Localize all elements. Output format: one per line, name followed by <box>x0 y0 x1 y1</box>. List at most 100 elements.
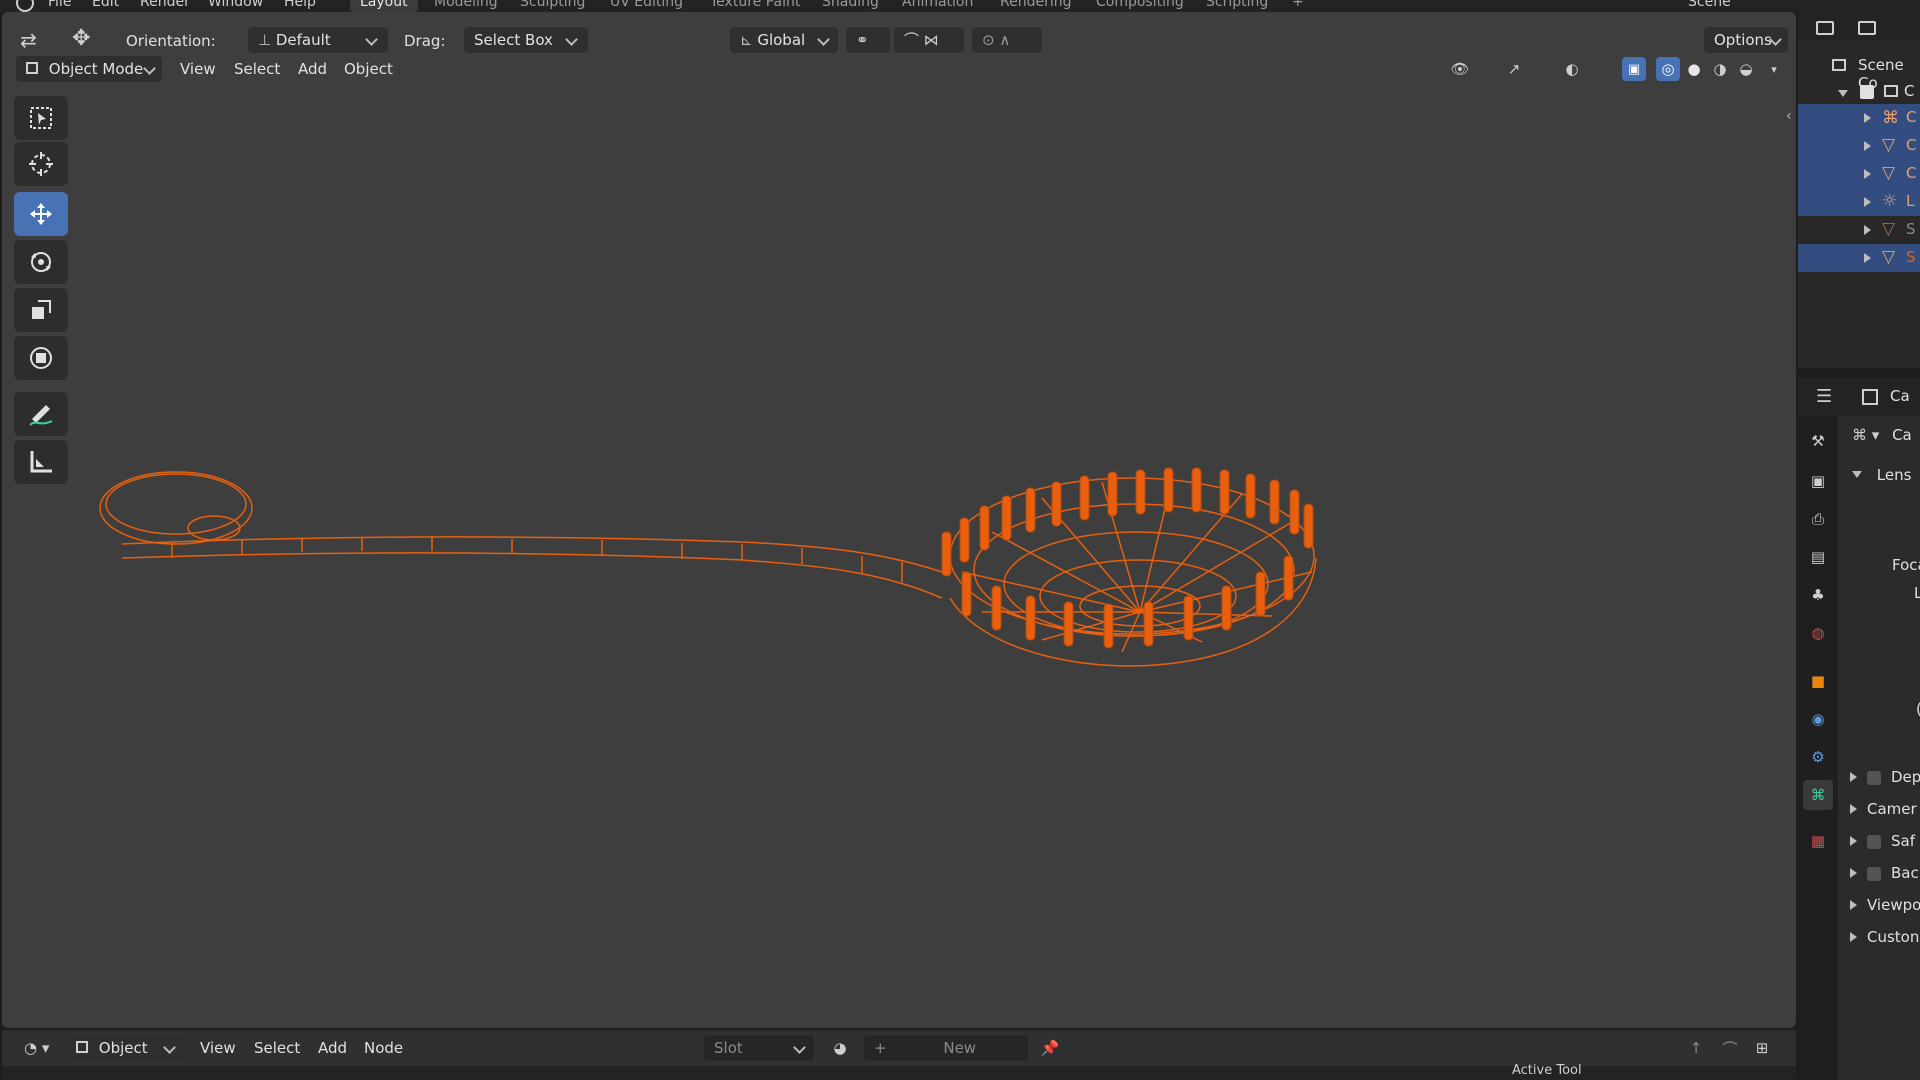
tab-world[interactable]: ◍ <box>1803 618 1833 648</box>
expand-icon <box>1850 772 1857 782</box>
outliner-item-label: S <box>1906 248 1916 266</box>
panel-viewport-display[interactable]: Viewpo <box>1850 896 1920 922</box>
menu-add[interactable]: Add <box>310 1035 355 1061</box>
new-label: New <box>943 1039 977 1057</box>
tab-texture[interactable]: ▦ <box>1803 826 1833 856</box>
tab-constraints[interactable]: ⚙ <box>1803 742 1833 772</box>
blender-logo-icon[interactable] <box>16 0 34 12</box>
panel-label: Saf <box>1891 832 1915 850</box>
wireframe-object[interactable] <box>2 12 1796 1028</box>
checkbox-icon[interactable] <box>1867 834 1881 849</box>
menu-view[interactable]: View <box>192 1035 244 1061</box>
output-icon: ⎙ <box>1811 510 1824 528</box>
shader-type-value: Object <box>98 1039 148 1057</box>
render-icon: ▣ <box>1810 472 1826 490</box>
pin-icon[interactable]: 📌 <box>1038 1036 1062 1060</box>
menu-render[interactable]: Render <box>140 0 190 10</box>
editor-type-icon[interactable] <box>1816 21 1834 35</box>
properties-header: ☰ Ca <box>1798 378 1920 416</box>
workspace-tab-uv-editing[interactable]: UV Editing <box>600 0 693 12</box>
display-mode-icon[interactable] <box>1858 21 1876 35</box>
snap-icon[interactable]: ⌒ <box>1718 1036 1742 1060</box>
material-browse-icon[interactable]: ◕ <box>828 1036 852 1060</box>
3d-viewport[interactable]: ⇄ ✥ Orientation: ⊥ Default Drag: Select … <box>2 12 1796 1028</box>
tab-tool[interactable]: ⚒ <box>1803 426 1833 456</box>
workspace-tab-rendering[interactable]: Rendering <box>990 0 1082 12</box>
expand-icon <box>1864 141 1871 151</box>
outliner-item-label: C <box>1906 136 1917 154</box>
outliner-item[interactable]: ▽ C <box>1798 160 1920 188</box>
tab-object-data[interactable]: ⌘ <box>1803 780 1833 810</box>
basket-ring-4 <box>1079 585 1201 627</box>
outliner-item[interactable]: ▽ C <box>1798 132 1920 160</box>
panel-label: Custon <box>1867 928 1920 946</box>
tab-scene[interactable]: ♣ <box>1803 580 1833 610</box>
tab-physics[interactable]: ◉ <box>1803 704 1833 734</box>
panel-safe-areas[interactable]: Saf <box>1850 832 1915 858</box>
mesh-object-icon: ▽ <box>1882 219 1896 239</box>
coil-loop <box>99 471 253 545</box>
properties-tabs: ⚒ ▣ ⎙ ▤ ♣ ◍ ■ ◉ ⚙ ⌘ ▦ <box>1798 416 1838 1080</box>
outliner-scene-collection[interactable]: Scene Co <box>1798 52 1920 92</box>
scene-selector[interactable]: Scene <box>1688 0 1731 10</box>
view-layer-icon: ▤ <box>1810 548 1826 566</box>
tab-view-layer[interactable]: ▤ <box>1803 542 1833 572</box>
lens-field-label: ( <box>1916 700 1920 726</box>
outliner-item[interactable]: ⌘ C <box>1798 104 1920 132</box>
menu-help[interactable]: Help <box>284 0 316 10</box>
camera-object-icon: ⌘ <box>1882 108 1899 128</box>
tab-render[interactable]: ▣ <box>1803 466 1833 496</box>
data-selector[interactable]: ⌘ ▾ Ca <box>1852 426 1912 452</box>
panel-camera[interactable]: Camer <box>1850 800 1917 826</box>
object-icon <box>76 1041 88 1053</box>
expand-icon <box>1852 471 1862 478</box>
lens-field-label: Foca <box>1892 556 1920 574</box>
slot-label: Slot <box>714 1039 743 1057</box>
menu-edit[interactable]: Edit <box>92 0 119 10</box>
workspace-tab-compositing[interactable]: Compositing <box>1086 0 1194 12</box>
snap-target-icon[interactable]: ⊞ <box>1750 1036 1774 1060</box>
parent-node-tree-icon[interactable]: ↑ <box>1684 1036 1708 1060</box>
active-tool-panel-label[interactable]: Active Tool <box>1512 1064 1582 1078</box>
tab-output[interactable]: ⎙ <box>1803 504 1833 534</box>
menu-select[interactable]: Select <box>246 1035 308 1061</box>
checkbox-icon[interactable] <box>1860 85 1874 99</box>
chevron-down-icon <box>793 1041 806 1054</box>
workspace-tab-sculpting[interactable]: Sculpting <box>510 0 595 12</box>
shader-editor-header: ◔ ▾ Object View Select Add Node Slot ◕ +… <box>2 1030 1796 1066</box>
tab-object[interactable]: ■ <box>1803 666 1833 696</box>
workspace-tab-shading[interactable]: Shading <box>812 0 889 12</box>
outliner-item[interactable]: ▽ S <box>1798 216 1920 244</box>
slot-dropdown[interactable]: Slot <box>704 1035 814 1061</box>
panel-label: Bac <box>1891 864 1919 882</box>
properties-context-label: Ca <box>1890 387 1910 405</box>
panel-custom-properties[interactable]: Custon <box>1850 928 1919 954</box>
workspace-tab-layout[interactable]: Layout <box>350 0 418 12</box>
tool-icon: ⚒ <box>1811 432 1825 450</box>
workspace-tab-animation[interactable]: Animation <box>892 0 983 12</box>
outliner: Scene Co C ⌘ C ▽ C ▽ C ☼ L ▽ S ▽ S <box>1798 40 1920 368</box>
editor-type-icon[interactable]: ☰ <box>1816 386 1832 407</box>
new-material-button[interactable]: + New <box>864 1035 1028 1061</box>
add-workspace-button[interactable]: + <box>1282 0 1314 12</box>
checkbox-icon[interactable] <box>1867 866 1881 881</box>
panel-lens[interactable]: Lens <box>1852 466 1911 492</box>
expand-icon <box>1850 900 1857 910</box>
menu-node[interactable]: Node <box>356 1035 411 1061</box>
outliner-item-label: S <box>1906 220 1916 238</box>
texture-icon: ▦ <box>1810 832 1826 850</box>
workspace-tab-modeling[interactable]: Modeling <box>424 0 508 12</box>
outliner-item[interactable]: ☼ L <box>1798 188 1920 216</box>
menu-file[interactable]: File <box>48 0 71 10</box>
workspace-tab-texture-paint[interactable]: Texture Paint <box>700 0 810 12</box>
checkbox-icon[interactable] <box>1867 770 1881 785</box>
panel-depth-of-field[interactable]: Dep <box>1850 768 1920 794</box>
outliner-collection[interactable]: C <box>1798 78 1920 106</box>
outliner-item[interactable]: ▽ S <box>1798 244 1920 272</box>
expand-icon <box>1864 225 1871 235</box>
menu-window[interactable]: Window <box>208 0 263 10</box>
shader-type-dropdown[interactable]: Object <box>66 1035 184 1061</box>
editor-type-dropdown[interactable]: ◔ ▾ <box>14 1035 58 1061</box>
panel-background-images[interactable]: Bac <box>1850 864 1919 890</box>
workspace-tab-scripting[interactable]: Scripting <box>1196 0 1278 12</box>
